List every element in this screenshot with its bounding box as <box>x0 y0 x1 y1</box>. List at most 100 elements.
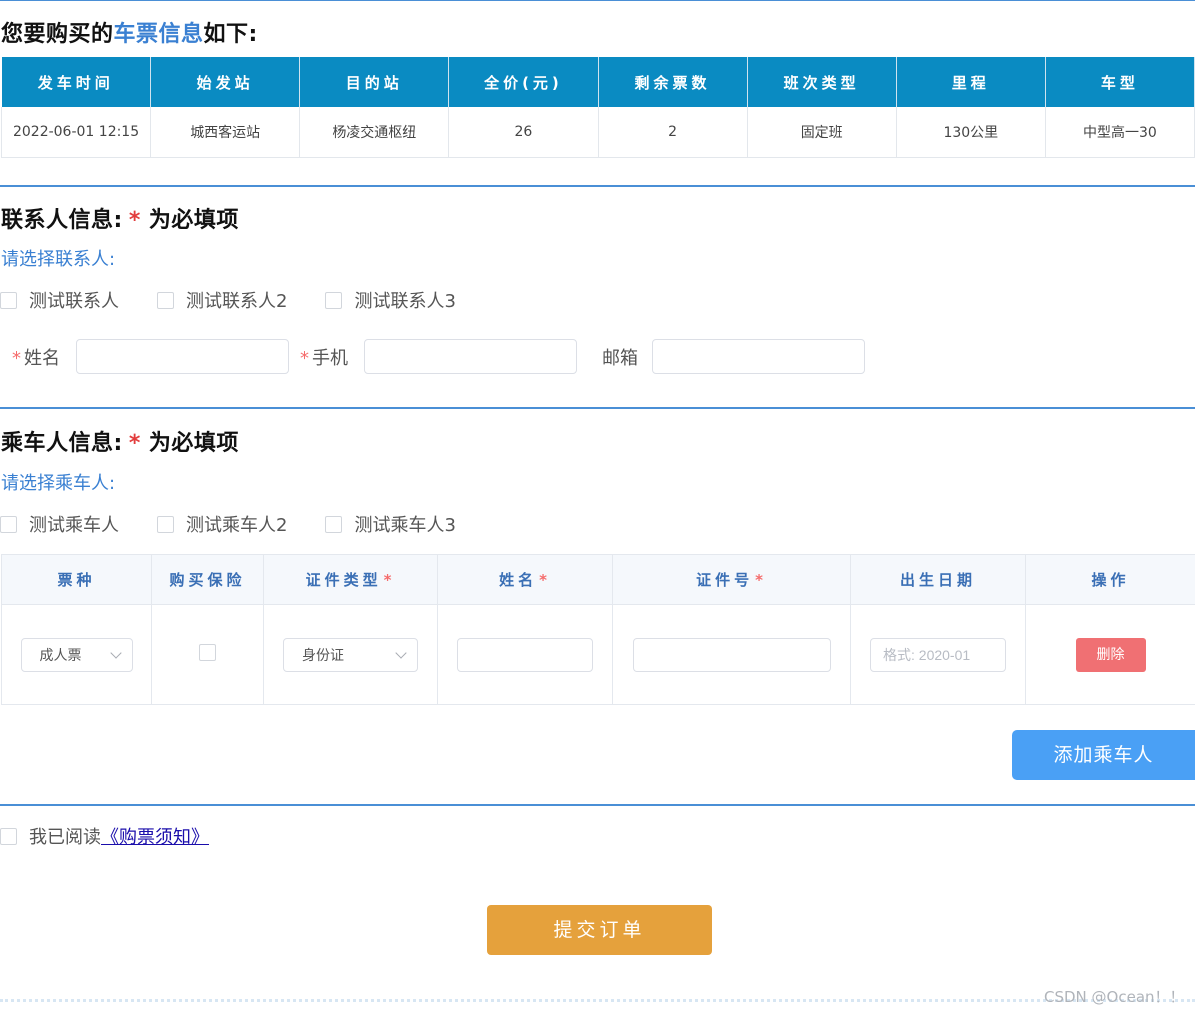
ticket-type-select[interactable]: 成人票 <box>20 637 133 672</box>
required-star: * <box>539 571 551 589</box>
contact-select-prompt: 请选择联系人: <box>1 249 116 270</box>
cell-remaining-tickets: 2 <box>598 107 748 158</box>
agreement-checkbox[interactable] <box>0 827 17 845</box>
table-row: 成人票 身份证 删除 <box>1 604 1195 705</box>
add-passenger-button[interactable]: 添加乘车人 <box>1012 730 1195 780</box>
cell-insurance <box>151 604 264 705</box>
ticket-notice-link[interactable]: 《购票须知》 <box>101 823 209 849</box>
watermark: CSDN @Ocean！！ <box>1044 988 1185 1006</box>
passenger-header-row: 票种 购买保险 证件类型 * 姓名 * 证件号 * 出生日期 操作 <box>1 554 1195 605</box>
email-label: 邮箱 <box>602 348 638 369</box>
col-id-type: 证件类型 * <box>263 554 438 605</box>
col-departure-time: 发车时间 <box>1 57 152 107</box>
passenger-option-1[interactable]: 测试乘车人 <box>0 511 119 537</box>
required-star: * <box>12 348 21 369</box>
ticket-header-row: 发车时间 始发站 目的站 全价(元) 剩余票数 班次类型 里程 车型 <box>1 57 1195 107</box>
contact-section-title: 联系人信息: * 为必填项 <box>1 202 239 234</box>
cell-schedule-type: 固定班 <box>747 107 897 158</box>
col-origin: 始发站 <box>150 57 301 107</box>
passenger-option-label: 测试乘车人2 <box>186 515 288 536</box>
cell-id-type: 身份证 <box>263 604 438 705</box>
id-type-select[interactable]: 身份证 <box>283 637 418 672</box>
cell-vehicle-type: 中型高一30 <box>1045 107 1195 158</box>
insurance-checkbox[interactable] <box>199 644 216 661</box>
top-divider <box>0 0 1195 1</box>
contact-title-text: 联系人信息: <box>1 208 123 233</box>
phone-label-text: 手机 <box>312 348 348 369</box>
contact-option-3[interactable]: 测试联系人3 <box>325 287 456 313</box>
col-id-type-text: 证件类型 <box>305 571 382 589</box>
col-id-number-text: 证件号 <box>696 571 754 589</box>
col-ticket-type: 票种 <box>1 554 152 605</box>
id-number-input[interactable] <box>632 637 831 672</box>
checkbox[interactable] <box>157 291 174 309</box>
col-vehicle-type: 车型 <box>1045 57 1195 107</box>
cell-name <box>437 604 613 705</box>
passenger-section-title: 乘车人信息: * 为必填项 <box>1 425 239 457</box>
cell-departure-time: 2022-06-01 12:15 <box>0 107 152 158</box>
contact-phone-input[interactable] <box>364 339 577 374</box>
required-note: 为必填项 <box>148 431 239 456</box>
required-note: 为必填项 <box>148 208 239 233</box>
passenger-title-text: 乘车人信息: <box>1 431 123 456</box>
col-remaining-tickets: 剩余票数 <box>598 57 748 107</box>
cell-origin: 城西客运站 <box>150 107 301 158</box>
contact-options: 测试联系人 测试联系人2 测试联系人3 <box>0 287 456 313</box>
col-insurance: 购买保险 <box>151 554 264 605</box>
required-star: * <box>755 571 767 589</box>
passenger-option-2[interactable]: 测试乘车人2 <box>157 511 287 537</box>
required-star: * <box>300 348 309 369</box>
cell-full-price: 26 <box>448 107 599 158</box>
passenger-select-prompt: 请选择乘车人: <box>1 473 116 494</box>
col-schedule-type: 班次类型 <box>747 57 897 107</box>
cell-id-number <box>612 604 851 705</box>
checkbox[interactable] <box>0 291 17 309</box>
checkbox[interactable] <box>325 515 343 533</box>
phone-label: * 手机 <box>300 344 348 370</box>
contact-name-input[interactable] <box>76 339 289 374</box>
col-birthdate: 出生日期 <box>850 554 1026 605</box>
col-name: 姓名 * <box>437 554 613 605</box>
title-prefix: 您要购买的 <box>1 22 114 47</box>
checkbox[interactable] <box>157 515 174 533</box>
checkbox[interactable] <box>0 515 17 533</box>
cell-mileage: 130公里 <box>896 107 1046 158</box>
title-suffix: 如下: <box>203 22 258 47</box>
required-star: * <box>383 571 396 589</box>
contact-option-2[interactable]: 测试联系人2 <box>157 287 287 313</box>
title-highlight: 车票信息 <box>113 22 204 47</box>
id-type-value: 身份证 <box>302 647 344 664</box>
passenger-options: 测试乘车人 测试乘车人2 测试乘车人3 <box>0 511 456 537</box>
name-label-text: 姓名 <box>24 348 60 369</box>
passenger-name-input[interactable] <box>457 637 593 672</box>
required-star: * <box>128 208 141 233</box>
birthdate-input[interactable] <box>870 637 1006 672</box>
required-star: * <box>128 431 141 456</box>
chevron-down-icon <box>395 646 407 659</box>
agreement-row: 我已阅读 《购票须知》 <box>0 823 209 849</box>
cell-destination: 杨凌交通枢纽 <box>299 107 450 158</box>
section-divider <box>0 804 1195 806</box>
chevron-down-icon <box>109 646 122 659</box>
ticket-section-title: 您要购买的车票信息如下: <box>1 16 258 48</box>
delete-button[interactable]: 删除 <box>1075 637 1146 672</box>
cell-action: 删除 <box>1025 604 1195 705</box>
ticket-info-table: 发车时间 始发站 目的站 全价(元) 剩余票数 班次类型 里程 车型 2022-… <box>0 57 1195 158</box>
checkbox[interactable] <box>325 291 343 309</box>
table-row: 2022-06-01 12:15 城西客运站 杨凌交通枢纽 26 2 固定班 1… <box>0 107 1195 158</box>
section-divider <box>0 185 1195 187</box>
col-id-number: 证件号 * <box>612 554 851 605</box>
bottom-dotted-divider <box>0 999 1195 1002</box>
passenger-option-3[interactable]: 测试乘车人3 <box>325 511 456 537</box>
cell-ticket-type: 成人票 <box>1 604 152 705</box>
contact-option-1[interactable]: 测试联系人 <box>0 287 119 313</box>
name-label: * 姓名 <box>12 344 60 370</box>
passenger-option-label: 测试乘车人3 <box>354 515 456 536</box>
ticket-type-value: 成人票 <box>39 647 82 664</box>
col-full-price: 全价(元) <box>448 57 599 107</box>
cell-birthdate <box>850 604 1026 705</box>
col-name-text: 姓名 <box>499 571 538 589</box>
agreement-prefix: 我已阅读 <box>29 827 101 848</box>
contact-email-input[interactable] <box>652 339 865 374</box>
submit-order-button[interactable]: 提交订单 <box>487 905 712 955</box>
